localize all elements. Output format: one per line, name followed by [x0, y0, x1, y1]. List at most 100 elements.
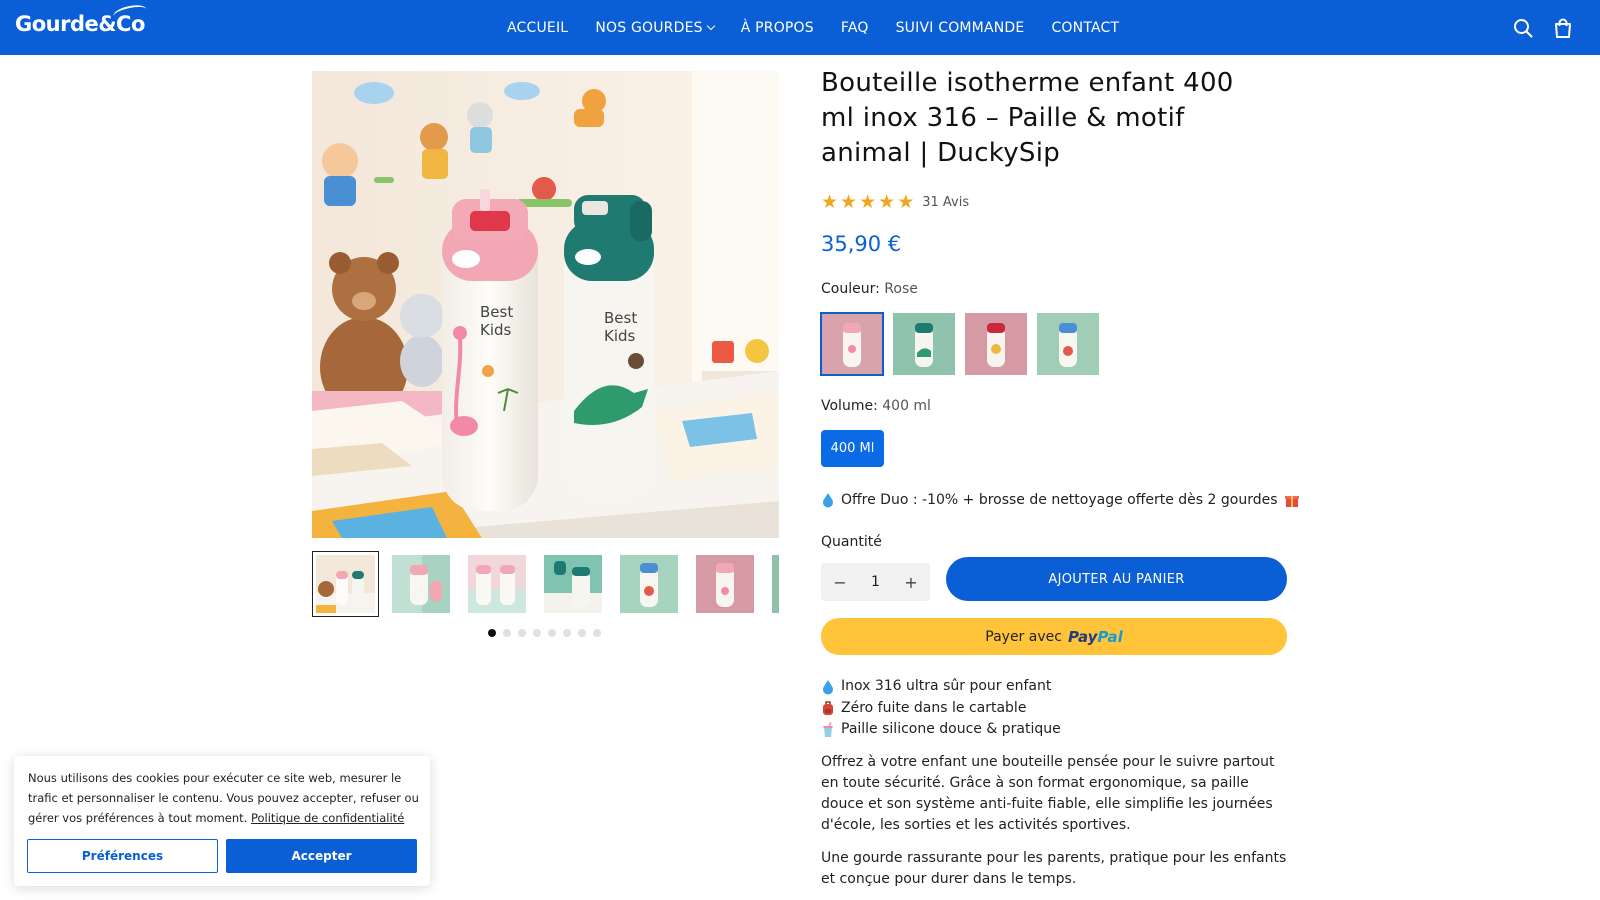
- main-nav: ACCUEIL NOS GOURDES À PROPOS FAQ SUIVI C…: [507, 0, 1146, 55]
- main-product-image[interactable]: Best Kids Best Kids: [312, 71, 779, 538]
- bottle-text-2b: Kids: [604, 327, 636, 345]
- thumbnail-image: [544, 555, 602, 613]
- thumbnail[interactable]: [392, 555, 450, 613]
- list-item: Inox 316 ultra sûr pour enfant: [821, 676, 1061, 698]
- shopping-bag-icon[interactable]: [1552, 17, 1574, 39]
- gallery-dot[interactable]: [518, 629, 526, 637]
- quantity-decrease-button[interactable]: −: [831, 573, 849, 592]
- nav-item-faq[interactable]: FAQ: [841, 20, 869, 36]
- color-swatch-red[interactable]: [965, 313, 1027, 375]
- logo[interactable]: Gourde&Co: [15, 2, 149, 36]
- gallery-dots: [488, 629, 601, 637]
- offer-text: Offre Duo : -10% + brosse de nettoyage o…: [841, 492, 1278, 508]
- privacy-policy-link[interactable]: Politique de confidentialité: [251, 811, 404, 825]
- star-icon: ★: [859, 191, 877, 213]
- gallery-dot[interactable]: [593, 629, 601, 637]
- gallery-dot[interactable]: [503, 629, 511, 637]
- gallery-dot[interactable]: [563, 629, 571, 637]
- nav-item-contact[interactable]: CONTACT: [1051, 20, 1119, 36]
- cookie-text: Nous utilisons des cookies pour exécuter…: [28, 768, 423, 828]
- product-description: Offrez à votre enfant une bouteille pens…: [821, 754, 1275, 833]
- bottle-text-2a: Best: [604, 309, 637, 327]
- chevron-down-icon[interactable]: [706, 21, 715, 30]
- star-icon: ★: [840, 191, 858, 213]
- color-swatch-teal[interactable]: [893, 313, 955, 375]
- nav-label[interactable]: SUIVI COMMANDE: [896, 20, 1025, 36]
- swatch-image: [965, 313, 1027, 375]
- thumbnail[interactable]: [468, 555, 526, 613]
- swatch-image: [821, 313, 883, 375]
- nav-item-a-propos[interactable]: À PROPOS: [741, 20, 814, 36]
- volume-option-label: Volume: 400 ml: [821, 398, 931, 414]
- paypal-prefix: Payer avec: [985, 628, 1062, 645]
- cookie-accept-button[interactable]: Accepter: [226, 839, 417, 873]
- list-item: Zéro fuite dans le cartable: [821, 698, 1061, 720]
- thumbnail[interactable]: [696, 555, 754, 613]
- thumbnail-image: [696, 555, 754, 613]
- quantity-label: Quantité: [821, 534, 882, 550]
- thumbnail[interactable]: [312, 551, 379, 617]
- product-rating[interactable]: ★ ★ ★ ★ ★ 31 Avis: [821, 193, 969, 212]
- feature-list: Inox 316 ultra sûr pour enfant Zéro fuit…: [821, 676, 1061, 741]
- gallery-dot[interactable]: [548, 629, 556, 637]
- gallery-dot[interactable]: [488, 629, 496, 637]
- review-count[interactable]: 31 Avis: [922, 195, 969, 210]
- color-value: Rose: [884, 281, 918, 297]
- nav-item-suivi-commande[interactable]: SUIVI COMMANDE: [896, 20, 1025, 36]
- product-price: 35,90 €: [821, 232, 902, 256]
- thumbnail-image: [772, 555, 779, 613]
- star-icon: ★: [897, 191, 915, 213]
- thumbnail-strip: [312, 551, 779, 617]
- paypal-logo-pay: Pay: [1067, 627, 1098, 646]
- star-icon: ★: [821, 191, 839, 213]
- feature-text: Paille silicone douce & pratique: [841, 721, 1061, 737]
- color-swatch-blue[interactable]: [1037, 313, 1099, 375]
- feature-text: Zéro fuite dans le cartable: [841, 699, 1027, 716]
- volume-label: Volume:: [821, 398, 878, 414]
- thumbnail-image: [316, 555, 375, 613]
- color-option-label: Couleur: Rose: [821, 281, 918, 297]
- thumbnail[interactable]: [544, 555, 602, 613]
- product-photo: Best Kids Best Kids: [312, 71, 779, 538]
- duo-offer: Offre Duo : -10% + brosse de nettoyage o…: [821, 492, 1300, 508]
- droplet-icon: [823, 679, 833, 695]
- nav-label[interactable]: FAQ: [841, 20, 869, 36]
- thumbnail[interactable]: [772, 555, 779, 613]
- feature-text: Inox 316 ultra sûr pour enfant: [841, 678, 1052, 694]
- search-icon[interactable]: [1512, 17, 1534, 39]
- cookie-preferences-button[interactable]: Préférences: [27, 839, 218, 873]
- swatch-image: [893, 313, 955, 375]
- thumbnail-image: [468, 555, 526, 613]
- gallery-dot[interactable]: [533, 629, 541, 637]
- star-icon: ★: [878, 191, 896, 213]
- add-to-cart-button[interactable]: AJOUTER AU PANIER: [946, 557, 1287, 601]
- nav-label[interactable]: À PROPOS: [741, 20, 814, 36]
- paypal-logo-pal: Pal: [1097, 627, 1123, 646]
- nav-label[interactable]: NOS GOURDES: [595, 20, 702, 36]
- volume-value: 400 ml: [882, 398, 931, 414]
- nav-item-nos-gourdes[interactable]: NOS GOURDES: [595, 20, 715, 36]
- backpack-icon: [823, 701, 833, 716]
- thumbnail-image: [392, 555, 450, 613]
- droplet-icon: [823, 493, 833, 508]
- bottle-text-1a: Best: [480, 303, 513, 321]
- nav-label[interactable]: ACCUEIL: [507, 20, 568, 36]
- nav-item-accueil[interactable]: ACCUEIL: [507, 20, 568, 36]
- color-swatch-rose[interactable]: [820, 312, 884, 376]
- quantity-increase-button[interactable]: +: [902, 573, 920, 592]
- swatch-image: [1037, 313, 1099, 375]
- volume-option-400ml[interactable]: 400 Ml: [821, 430, 884, 467]
- cup-straw-icon: [823, 721, 833, 737]
- gallery-dot[interactable]: [578, 629, 586, 637]
- color-label: Couleur:: [821, 281, 880, 297]
- nav-label[interactable]: CONTACT: [1051, 20, 1119, 36]
- product-description-2: Une gourde rassurante pour les parents, …: [821, 850, 1287, 887]
- quantity-value[interactable]: 1: [871, 574, 880, 590]
- thumbnail[interactable]: [620, 555, 678, 613]
- paypal-button[interactable]: Payer avec Pay Pal: [821, 618, 1287, 655]
- cookie-banner: Nous utilisons des cookies pour exécuter…: [14, 756, 430, 886]
- list-item: Paille silicone douce & pratique: [821, 719, 1061, 741]
- product-title: Bouteille isotherme enfant 400 ml inox 3…: [821, 68, 1234, 168]
- bottle-text-1b: Kids: [480, 321, 512, 339]
- gift-icon: [1284, 496, 1299, 507]
